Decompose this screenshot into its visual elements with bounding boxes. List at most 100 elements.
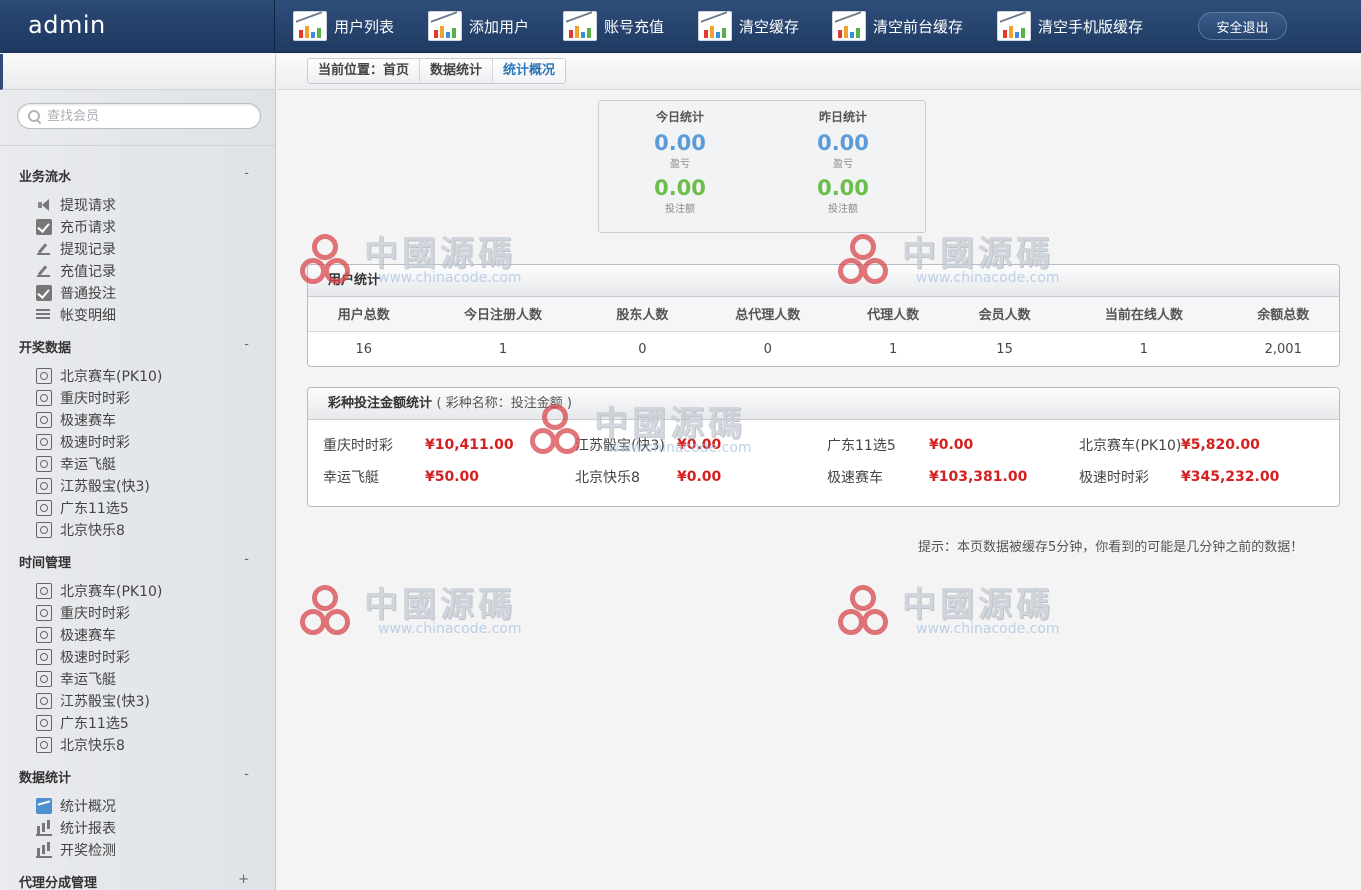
sidebar-item-recharge-records[interactable]: 充值记录 xyxy=(36,261,116,281)
nav-clear-frontend-cache[interactable]: 清空前台缓存 xyxy=(831,8,963,44)
member-search-input[interactable] xyxy=(47,108,247,124)
sidebar-item-label: 普通投注 xyxy=(60,286,116,302)
bar-chart-icon xyxy=(36,842,52,858)
cell-today-registered: 1 xyxy=(498,341,508,357)
collapse-toggle[interactable]: - xyxy=(244,337,249,356)
sidebar-group-draw-data[interactable]: 开奖数据 - xyxy=(19,337,249,356)
sidebar-item-normal-bets[interactable]: 普通投注 xyxy=(36,283,116,303)
sidebar-item-draw-xyft[interactable]: 幸运飞艇 xyxy=(36,454,116,474)
sidebar-item-label: 提现记录 xyxy=(60,242,116,258)
lottery-bet-stats-panel: 彩种投注金额统计 ( 彩种名称：投注金额 ) 重庆时时彩 ¥10,411.00 江… xyxy=(307,387,1340,507)
group-title: 业务流水 xyxy=(19,170,72,185)
target-icon xyxy=(36,434,52,450)
bet-name: 重庆时时彩 xyxy=(323,438,393,454)
yesterday-title: 昨日统计 xyxy=(818,110,867,124)
sidebar-item-draw-gd11x5[interactable]: 广东11选5 xyxy=(36,498,129,518)
bet-name: 幸运飞艇 xyxy=(323,470,379,486)
collapse-toggle[interactable]: - xyxy=(244,552,249,571)
sidebar-item-draw-jisussc[interactable]: 极速时时彩 xyxy=(36,432,130,452)
nav-account-recharge[interactable]: 账号充值 xyxy=(562,8,664,44)
yesterday-bets-value: 0.00 xyxy=(817,176,869,200)
nav-label: 清空缓存 xyxy=(739,17,800,36)
group-title: 数据统计 xyxy=(19,771,72,786)
nav-label: 用户列表 xyxy=(334,17,395,36)
today-title: 今日统计 xyxy=(655,110,704,124)
sidebar-item-label: 幸运飞艇 xyxy=(60,457,116,473)
sidebar-item-time-pk10[interactable]: 北京赛车(PK10) xyxy=(36,581,162,601)
chart-report-icon xyxy=(996,10,1032,42)
sidebar-group-agent-commission[interactable]: 代理分成管理 + xyxy=(19,872,249,890)
sidebar-item-deposit-request[interactable]: 充币请求 xyxy=(36,217,116,237)
breadcrumb-current: 统计概况 xyxy=(492,59,566,83)
sidebar-item-time-xyft[interactable]: 幸运飞艇 xyxy=(36,669,116,689)
sidebar-item-draw-jisusaiche[interactable]: 极速赛车 xyxy=(36,410,116,430)
bet-item-xyft: 幸运飞艇 ¥50.00 xyxy=(323,467,479,487)
sidebar-group-statistics[interactable]: 数据统计 - xyxy=(19,767,249,786)
pen-icon xyxy=(36,263,52,279)
sidebar-group-time-management[interactable]: 时间管理 - xyxy=(19,552,249,571)
sidebar-item-label: 极速赛车 xyxy=(60,413,116,429)
target-icon xyxy=(36,715,52,731)
sidebar-item-draw-bjkl8[interactable]: 北京快乐8 xyxy=(36,520,125,540)
collapse-toggle[interactable]: - xyxy=(244,166,249,185)
sidebar-item-time-gd11x5[interactable]: 广东11选5 xyxy=(36,713,129,733)
sidebar-item-label: 广东11选5 xyxy=(60,716,129,732)
bet-item-cqssc: 重庆时时彩 ¥10,411.00 xyxy=(323,435,514,455)
nav-user-list[interactable]: 用户列表 xyxy=(292,8,394,44)
col-total-users: 用户总数 xyxy=(308,297,420,332)
sidebar-item-withdraw-records[interactable]: 提现记录 xyxy=(36,239,116,259)
sidebar-item-time-k3[interactable]: 江苏骰宝(快3) xyxy=(36,691,150,711)
bet-item-jisussc: 极速时时彩 ¥345,232.00 xyxy=(1079,467,1279,487)
nav-clear-mobile-cache[interactable]: 清空手机版缓存 xyxy=(996,8,1143,44)
member-search-box[interactable] xyxy=(17,103,261,129)
user-stats-title: 用户统计 xyxy=(308,265,1339,297)
nav-clear-cache[interactable]: 清空缓存 xyxy=(697,8,799,44)
sidebar-item-time-jisussc[interactable]: 极速时时彩 xyxy=(36,647,130,667)
sidebar-item-time-cqssc[interactable]: 重庆时时彩 xyxy=(36,603,130,623)
col-general-agents: 总代理人数 xyxy=(698,297,838,332)
sidebar-item-label: 统计概况 xyxy=(60,799,116,815)
nav-add-user[interactable]: 添加用户 xyxy=(427,8,529,44)
target-icon xyxy=(36,605,52,621)
sidebar-item-stats-report[interactable]: 统计报表 xyxy=(36,818,116,838)
sidebar-item-draw-check[interactable]: 开奖检测 xyxy=(36,840,116,860)
sidebar-item-label: 北京赛车(PK10) xyxy=(60,369,163,385)
bet-item-jisusaiche: 极速赛车 ¥103,381.00 xyxy=(827,467,1027,487)
sidebar-item-account-changes[interactable]: 帐变明细 xyxy=(36,305,116,325)
watermark-logo-icon xyxy=(298,583,360,645)
sidebar-item-label: 北京赛车(PK10) xyxy=(60,584,163,600)
watermark: 中國源碼 www.chinacode.com xyxy=(836,577,1076,657)
expand-toggle[interactable]: + xyxy=(238,872,249,890)
col-members: 会员人数 xyxy=(948,297,1061,332)
yesterday-stats: 昨日统计 0.00 盈亏 0.00 投注额 xyxy=(783,108,903,215)
target-icon xyxy=(36,583,52,599)
sidebar-item-draw-k3[interactable]: 江苏骰宝(快3) xyxy=(36,476,150,496)
breadcrumb-home[interactable]: 当前位置：首页 xyxy=(308,59,419,83)
cell-members: 15 xyxy=(996,341,1013,357)
sidebar-item-label: 江苏骰宝(快3) xyxy=(60,694,150,710)
sidebar-item-label: 广东11选5 xyxy=(60,501,129,517)
bet-item-bjkl8: 北京快乐8 ¥0.00 xyxy=(575,467,721,487)
sidebar-group-business-flow[interactable]: 业务流水 - xyxy=(19,166,249,185)
target-icon xyxy=(36,390,52,406)
sidebar-item-time-jisusaiche[interactable]: 极速赛车 xyxy=(36,625,116,645)
today-profit-value: 0.00 xyxy=(654,131,706,155)
check-icon xyxy=(36,285,52,301)
breadcrumb: 当前位置：首页 数据统计 统计概况 xyxy=(307,58,567,84)
bet-name: 极速赛车 xyxy=(827,470,883,486)
bet-item-k3: 江苏骰宝(快3) ¥0.00 xyxy=(575,435,721,455)
sidebar-item-withdraw-request[interactable]: 提现请求 xyxy=(36,195,116,215)
sidebar-item-stats-overview[interactable]: 统计概况 xyxy=(36,796,116,816)
watermark-url: www.chinacode.com xyxy=(916,621,1060,637)
logout-button[interactable]: 安全退出 xyxy=(1198,12,1287,40)
col-shareholders: 股东人数 xyxy=(586,297,699,332)
sidebar-item-label: 北京快乐8 xyxy=(60,738,125,754)
collapse-toggle[interactable]: - xyxy=(244,767,249,786)
bet-stats-header: 彩种投注金额统计 ( 彩种名称：投注金额 ) xyxy=(308,388,1339,420)
breadcrumb-statistics[interactable]: 数据统计 xyxy=(419,59,492,83)
sidebar-item-time-bjkl8[interactable]: 北京快乐8 xyxy=(36,735,125,755)
sidebar-item-draw-pk10[interactable]: 北京赛车(PK10) xyxy=(36,366,162,386)
bet-name: 江苏骰宝(快3) xyxy=(575,438,665,454)
target-icon xyxy=(36,671,52,687)
sidebar-item-draw-cqssc[interactable]: 重庆时时彩 xyxy=(36,388,130,408)
